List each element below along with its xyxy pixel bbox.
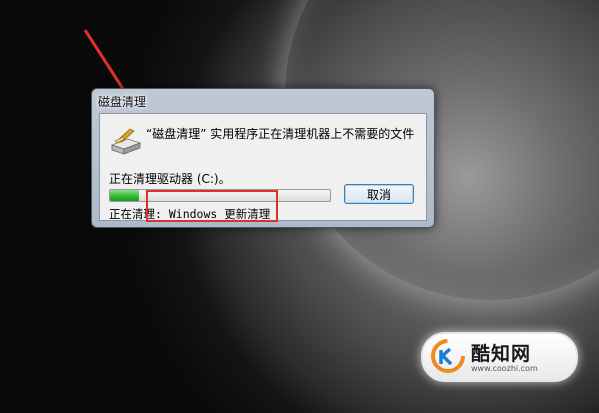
coozhi-watermark: 酷知网 www.coozhi.com <box>421 332 578 382</box>
annotation-highlight-box <box>146 190 278 222</box>
progress-fill <box>110 190 139 201</box>
drive-label: 正在清理驱动器 (C:)。 <box>109 172 231 186</box>
coozhi-logo-icon <box>431 339 465 373</box>
watermark-url: www.coozhi.com <box>471 364 538 373</box>
dialog-message: “磁盘清理” 实用程序正在清理机器上不需要的文件 <box>146 127 415 141</box>
dialog-titlebar[interactable]: 磁盘清理 <box>92 89 434 113</box>
watermark-title: 酷知网 <box>471 343 532 365</box>
disk-cleanup-icon <box>110 128 142 155</box>
dialog-title: 磁盘清理 <box>98 95 147 109</box>
cancel-button[interactable]: 取消 <box>344 184 414 204</box>
